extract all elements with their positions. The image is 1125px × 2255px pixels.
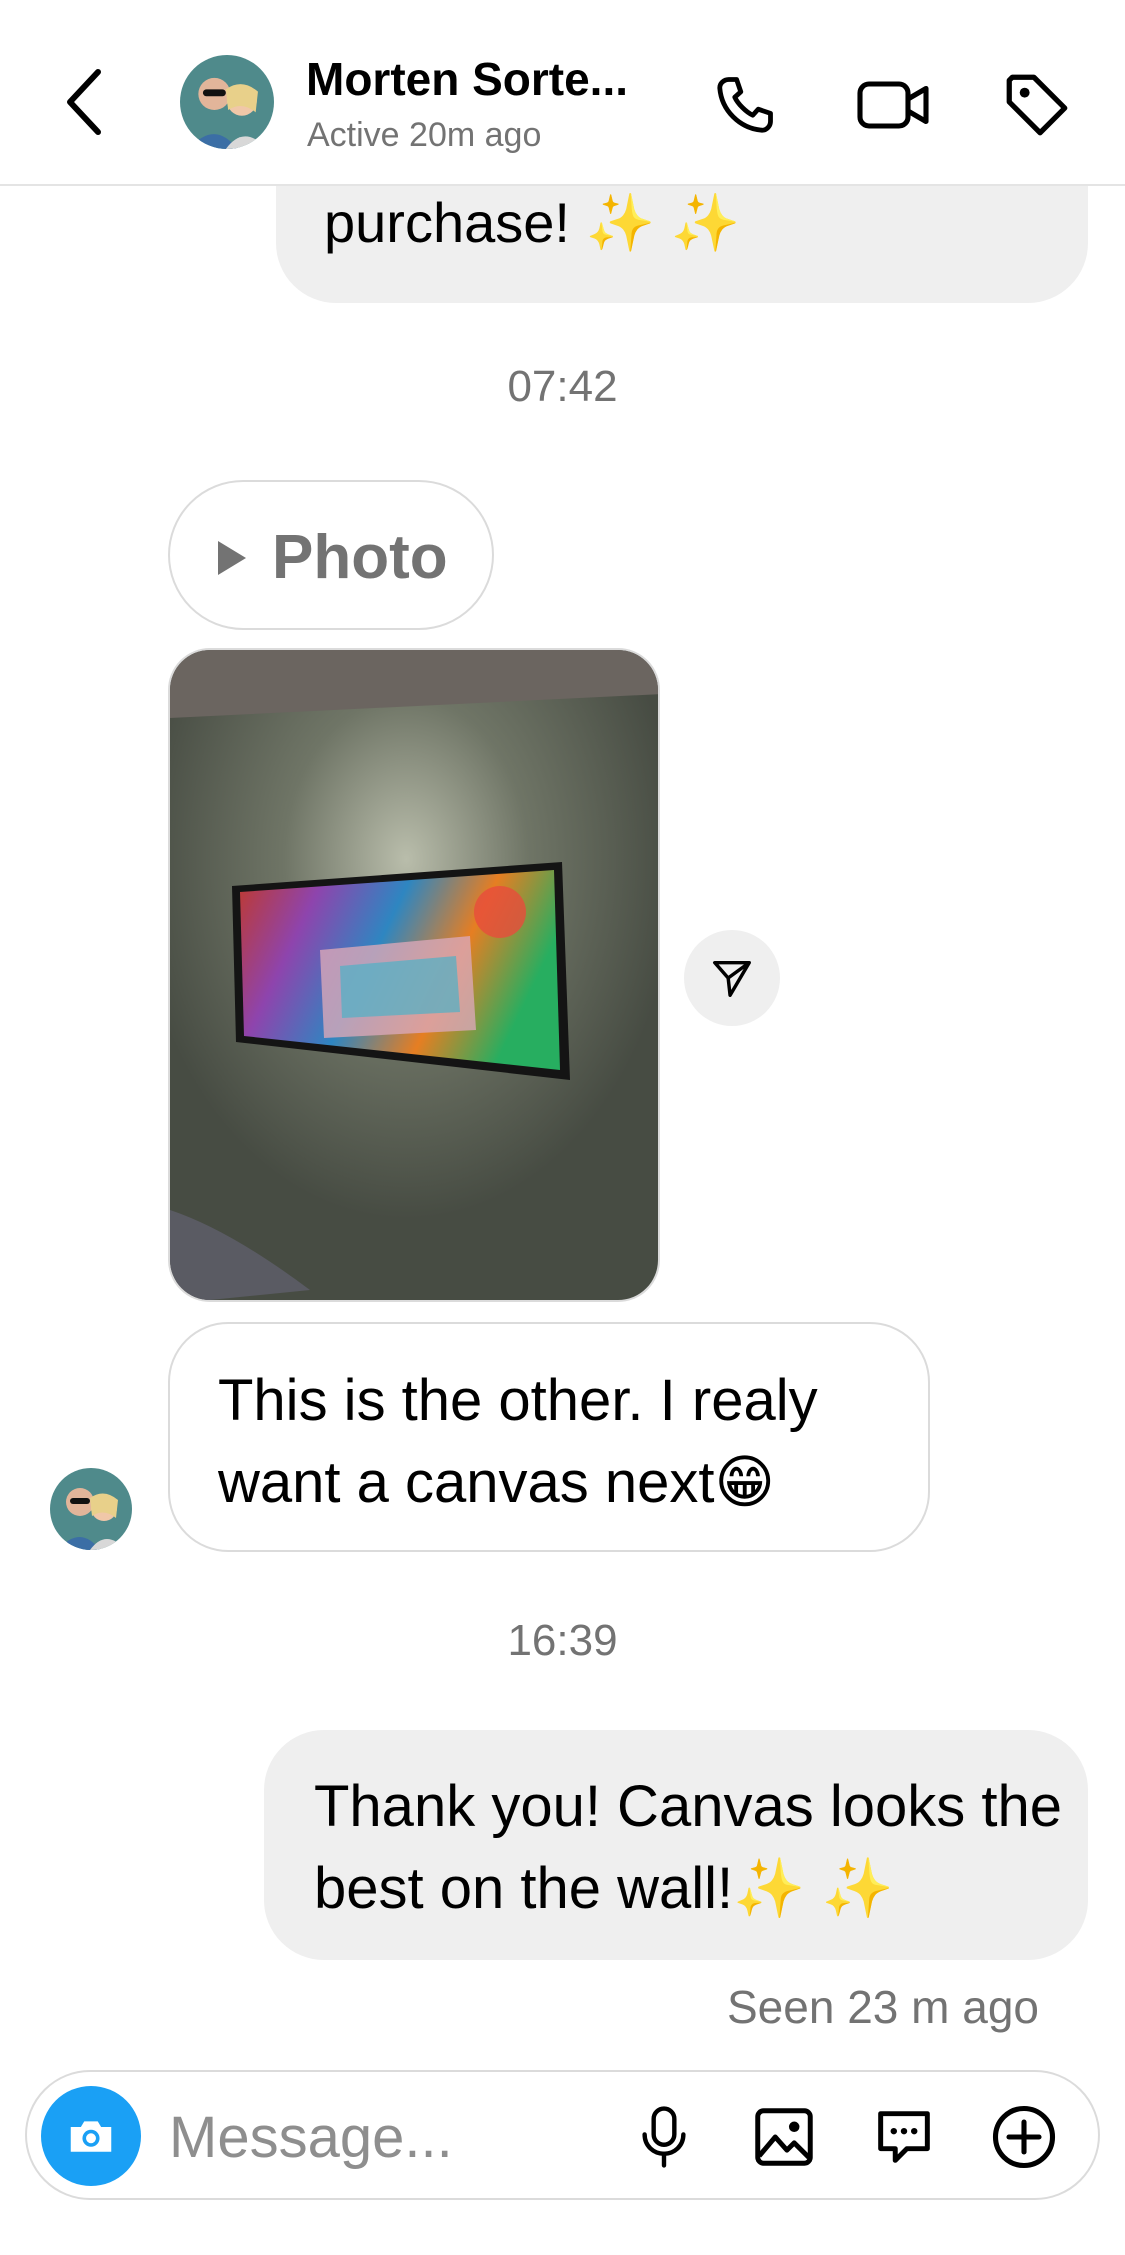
message-text: This is the other. I realy want a canvas… xyxy=(218,1368,818,1515)
video-camera-icon xyxy=(857,81,929,129)
voice-message-button[interactable] xyxy=(619,2092,709,2182)
message-text: purchase! ✨ ✨ xyxy=(324,191,741,254)
contact-avatar[interactable] xyxy=(180,55,274,149)
contact-name[interactable]: Morten Sorte... xyxy=(306,52,628,106)
photo-message[interactable] xyxy=(168,648,660,1302)
message-composer xyxy=(25,2070,1100,2200)
plus-icon xyxy=(992,2105,1056,2169)
message-text: Thank you! Canvas looks the best on the … xyxy=(314,1774,1062,1921)
camera-icon xyxy=(70,2121,112,2152)
dm-thread-screen: purchase! ✨ ✨ 07:42 Photo This is the ot… xyxy=(0,0,1125,2255)
more-options-button[interactable] xyxy=(979,2092,1069,2182)
timestamp: 16:39 xyxy=(507,1616,618,1665)
canvas-on-wall-photo xyxy=(170,650,658,1300)
sticker-chat-icon xyxy=(878,2111,930,2163)
voice-call-button[interactable] xyxy=(700,60,790,150)
phone-icon xyxy=(717,77,773,133)
camera-button[interactable] xyxy=(41,2086,141,2186)
video-call-button[interactable] xyxy=(848,60,938,150)
photo-reply-pill[interactable]: Photo xyxy=(168,480,494,630)
send-arrow-icon xyxy=(713,960,751,997)
sender-avatar[interactable] xyxy=(50,1468,132,1550)
seen-status: Seen 23 m ago xyxy=(726,1981,1039,2033)
back-chevron-icon xyxy=(67,69,101,135)
tag-icon xyxy=(1006,74,1068,136)
gallery-button[interactable] xyxy=(739,2092,829,2182)
contact-status: Active 20m ago xyxy=(307,116,542,154)
message-input[interactable] xyxy=(169,2102,609,2172)
share-button[interactable] xyxy=(684,930,780,1026)
outgoing-message-bubble[interactable]: Thank you! Canvas looks the best on the … xyxy=(264,1730,1088,1960)
sticker-button[interactable] xyxy=(859,2092,949,2182)
incoming-message-bubble[interactable]: This is the other. I realy want a canvas… xyxy=(168,1322,930,1552)
timestamp: 07:42 xyxy=(507,362,618,411)
tag-button[interactable] xyxy=(992,60,1082,150)
microphone-icon xyxy=(642,2106,686,2168)
gallery-icon xyxy=(755,2108,813,2166)
play-icon xyxy=(218,541,246,575)
back-button[interactable] xyxy=(62,62,132,142)
photo-label: Photo xyxy=(272,523,448,592)
chat-header: Morten Sorte... Active 20m ago xyxy=(0,0,1125,186)
